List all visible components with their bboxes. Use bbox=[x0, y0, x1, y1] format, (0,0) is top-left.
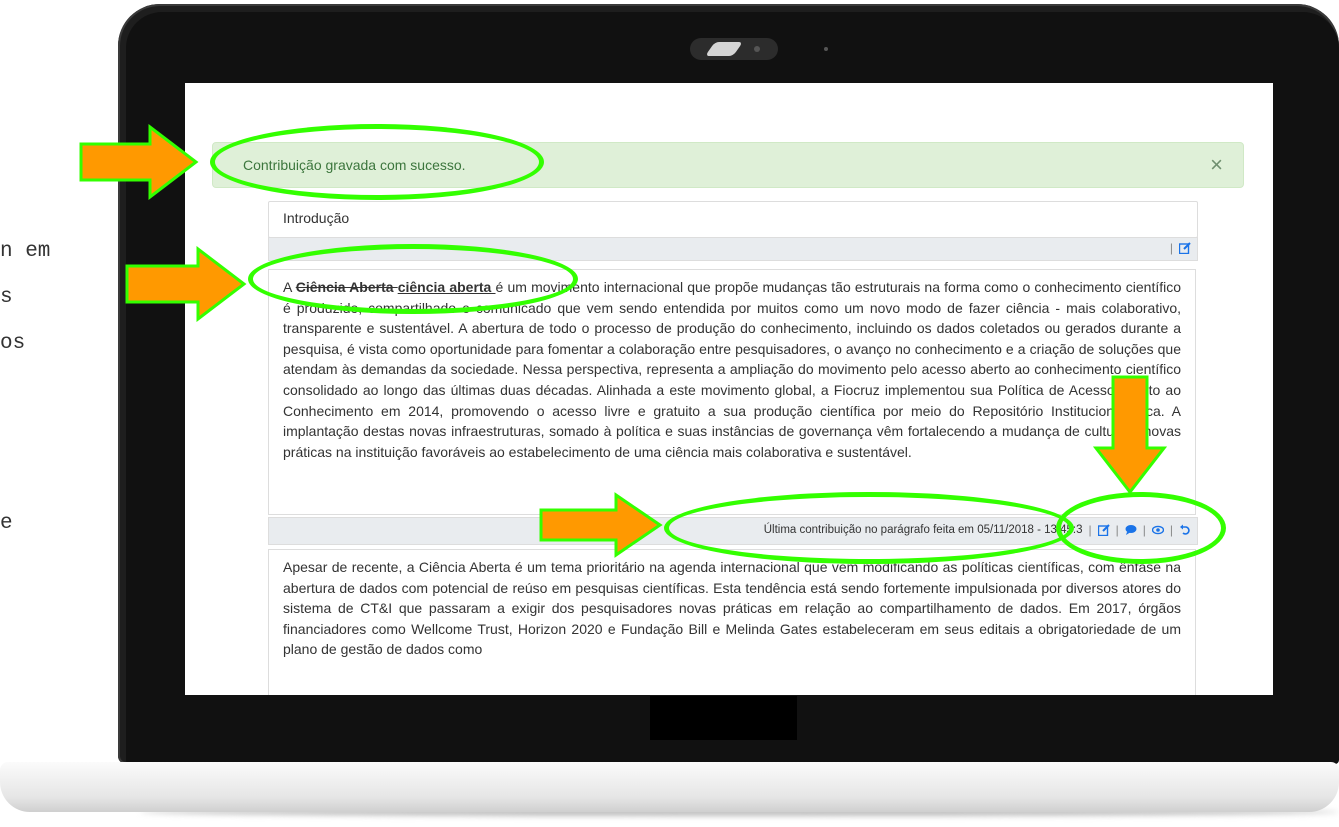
separator: | bbox=[1169, 241, 1173, 255]
webcam-icon bbox=[690, 38, 778, 60]
paragraph-2-body: Apesar de recente, a Ciência Aberta é um… bbox=[283, 559, 1181, 658]
background-text-3: os bbox=[0, 332, 26, 355]
annotation-oval-timestamp bbox=[664, 492, 1074, 564]
background-text-2: s bbox=[0, 286, 13, 309]
annotation-arrow-down-icon bbox=[1093, 375, 1167, 495]
laptop-base bbox=[0, 762, 1339, 812]
annotation-arrow-right-icon bbox=[539, 492, 663, 558]
annotation-arrow-right-icon bbox=[125, 246, 247, 322]
sensor-dot bbox=[824, 47, 828, 51]
annotation-oval-actions bbox=[1056, 492, 1226, 564]
close-icon[interactable]: × bbox=[1210, 152, 1223, 178]
annotation-oval-alert bbox=[210, 124, 544, 200]
section-title: Introdução bbox=[283, 210, 350, 226]
screen-notch bbox=[650, 696, 797, 740]
background-text-4: e bbox=[0, 512, 13, 535]
section-header: Introdução bbox=[268, 201, 1198, 238]
annotation-arrow-right-icon bbox=[79, 124, 199, 200]
paragraph-2: Apesar de recente, a Ciência Aberta é um… bbox=[268, 549, 1196, 695]
edit-icon[interactable] bbox=[1178, 242, 1191, 255]
annotation-oval-edit bbox=[248, 244, 578, 314]
background-text-1: n em bbox=[0, 240, 51, 263]
